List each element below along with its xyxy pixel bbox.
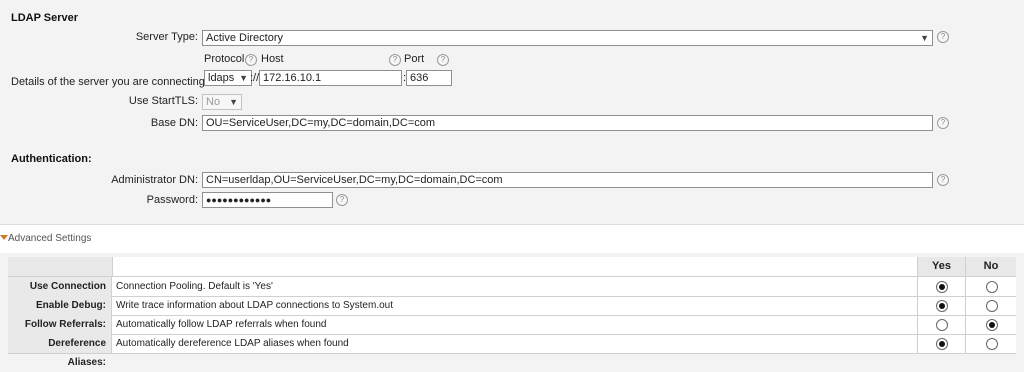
base-dn-input[interactable]: OU=ServiceUser,DC=my,DC=domain,DC=com: [202, 115, 933, 131]
header-description-cell: [113, 257, 924, 276]
server-type-help-icon[interactable]: ?: [937, 31, 949, 43]
row-description: Automatically follow LDAP referrals when…: [116, 319, 327, 330]
dereference-aliases-no-radio[interactable]: [986, 338, 998, 350]
follow-referrals-no-radio[interactable]: [986, 319, 998, 331]
host-column-label: Host: [261, 53, 284, 65]
protocol-help-icon[interactable]: ?: [245, 54, 257, 66]
base-dn-label: Base DN:: [150, 117, 198, 129]
password-label: Password:: [146, 194, 198, 206]
advanced-settings-toggle[interactable]: Advanced Settings: [8, 233, 91, 244]
port-column-label: Port: [404, 53, 425, 65]
row-description: Write trace information about LDAP conne…: [116, 300, 393, 311]
no-column-header: No: [966, 257, 1016, 276]
starttls-value: No: [206, 96, 221, 108]
connection-pool-no-radio[interactable]: [986, 281, 998, 293]
enable-debug-yes-radio[interactable]: [936, 300, 948, 312]
row-label: Enable Debug:: [8, 296, 112, 315]
follow-referrals-yes-radio[interactable]: [936, 319, 948, 331]
admin-dn-help-icon[interactable]: ?: [937, 174, 949, 186]
base-dn-help-icon[interactable]: ?: [937, 117, 949, 129]
password-help-icon[interactable]: ?: [336, 194, 348, 206]
admin-dn-label: Administrator DN:: [111, 174, 198, 186]
server-details-label: Details of the server you are connecting…: [11, 76, 221, 88]
server-type-select[interactable]: Active Directory ▼: [202, 30, 933, 46]
column-divider: [917, 257, 918, 353]
row-label: Use Connection Pool:: [8, 277, 112, 311]
port-input[interactable]: 636: [406, 70, 452, 86]
chevron-down-icon: ▼: [229, 97, 238, 107]
yes-column-header: Yes: [918, 257, 966, 276]
row-description: Connection Pooling. Default is 'Yes': [116, 281, 273, 292]
row-label: Follow Referrals:: [8, 315, 112, 334]
table-row: Enable Debug: Write trace information ab…: [8, 296, 1016, 316]
caret-down-icon[interactable]: [0, 235, 8, 240]
host-input[interactable]: 172.16.10.1: [259, 70, 402, 86]
server-type-label: Server Type:: [135, 31, 198, 43]
table-row: Follow Referrals: Automatically follow L…: [8, 315, 1016, 335]
starttls-select[interactable]: No ▼: [202, 94, 242, 110]
protocol-column-label: Protocol: [204, 53, 245, 65]
table-row: Dereference Aliases: Automatically deref…: [8, 334, 1016, 368]
authentication-heading: Authentication:: [11, 153, 92, 165]
host-help-icon[interactable]: ?: [389, 54, 401, 66]
dereference-aliases-yes-radio[interactable]: [936, 338, 948, 350]
enable-debug-no-radio[interactable]: [986, 300, 998, 312]
protocol-select[interactable]: ldaps ▼: [204, 70, 252, 86]
row-label: Dereference Aliases:: [8, 334, 112, 368]
protocol-value: ldaps: [208, 72, 235, 84]
connection-pool-yes-radio[interactable]: [936, 281, 948, 293]
advanced-settings-bar: [0, 224, 1024, 253]
chevron-down-icon: ▼: [239, 73, 248, 83]
row-description: Automatically dereference LDAP aliases w…: [116, 338, 349, 349]
port-help-icon[interactable]: ?: [437, 54, 449, 66]
starttls-label: Use StartTLS:: [128, 95, 198, 107]
ldap-server-heading: LDAP Server: [11, 12, 79, 24]
advanced-settings-table: Yes No Use Connection Pool: Connection P…: [8, 257, 1016, 368]
admin-dn-input[interactable]: CN=userldap,OU=ServiceUser,DC=my,DC=doma…: [202, 172, 933, 188]
protocol-host-separator: ://: [250, 72, 260, 84]
header-blank-cell: [8, 257, 113, 276]
chevron-down-icon: ▼: [920, 33, 929, 43]
password-input[interactable]: ●●●●●●●●●●●●: [202, 192, 333, 208]
table-header-row: Yes No: [8, 257, 1016, 277]
table-row: Use Connection Pool: Connection Pooling.…: [8, 277, 1016, 311]
server-type-value: Active Directory: [206, 32, 284, 44]
column-divider: [965, 257, 966, 353]
